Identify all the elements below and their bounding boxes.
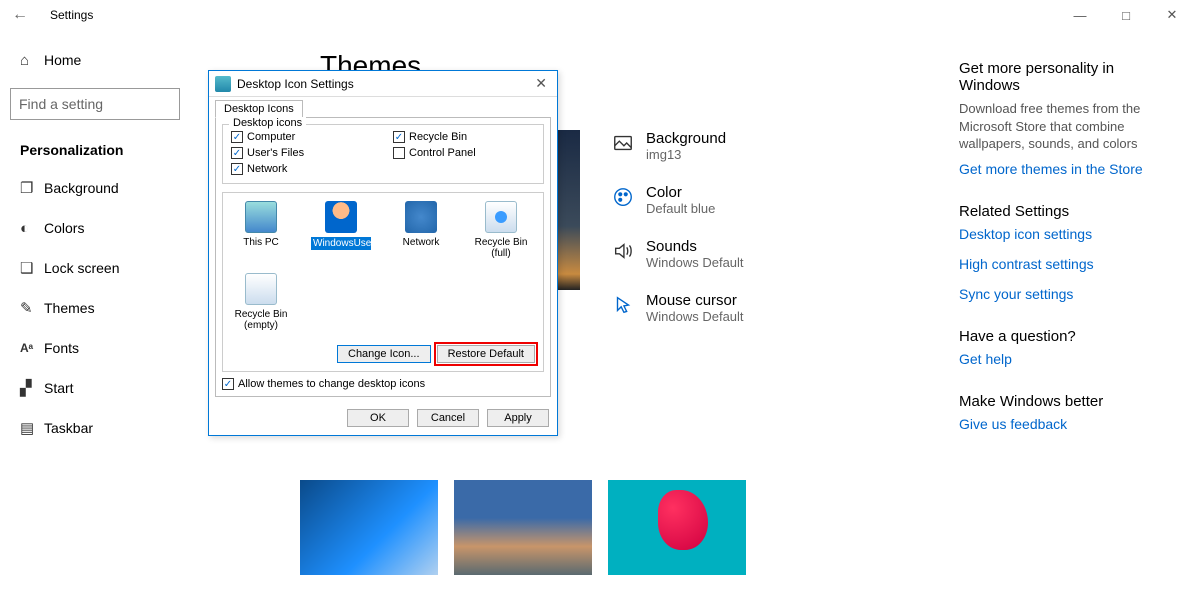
- icon-recycle-bin-empty[interactable]: Recycle Bin (empty): [231, 273, 291, 331]
- option-sounds[interactable]: Sounds Windows Default: [610, 238, 744, 270]
- link-sync-settings[interactable]: Sync your settings: [959, 286, 1159, 302]
- option-label: Background: [646, 130, 726, 147]
- sidebar-home-label: Home: [44, 52, 81, 68]
- desktop-icon-settings-dialog: Desktop Icon Settings ✕ Desktop Icons De…: [208, 70, 558, 436]
- dialog-titlebar[interactable]: Desktop Icon Settings ✕: [209, 71, 557, 97]
- right-heading: Make Windows better: [959, 393, 1159, 410]
- sidebar-item-label: Colors: [44, 220, 84, 236]
- icon-this-pc[interactable]: This PC: [231, 201, 291, 259]
- close-button[interactable]: ✕: [1149, 0, 1195, 30]
- sidebar-item-label: Themes: [44, 300, 95, 316]
- dialog-close-button[interactable]: ✕: [531, 75, 551, 92]
- home-icon: ⌂: [20, 52, 44, 69]
- check-recycle-bin[interactable]: ✓Recycle Bin: [393, 131, 535, 143]
- check-network[interactable]: ✓Network: [231, 163, 373, 175]
- restore-default-button[interactable]: Restore Default: [437, 345, 535, 363]
- link-desktop-icon-settings[interactable]: Desktop icon settings: [959, 226, 1159, 242]
- back-button[interactable]: ←: [0, 6, 40, 24]
- search-placeholder: Find a setting: [19, 96, 171, 112]
- right-heading: Get more personality in Windows: [959, 60, 1159, 94]
- option-value: Windows Default: [646, 309, 744, 324]
- option-value: Default blue: [646, 201, 715, 216]
- theme-options: Background img13 Color Default blue Soun…: [610, 130, 744, 346]
- option-value: img13: [646, 147, 726, 162]
- minimize-button[interactable]: —: [1057, 0, 1103, 30]
- fieldset-legend: Desktop icons: [229, 117, 306, 129]
- change-icon-button[interactable]: Change Icon...: [337, 345, 431, 363]
- option-mouse[interactable]: Mouse cursor Windows Default: [610, 292, 744, 324]
- link-store-themes[interactable]: Get more themes in the Store: [959, 161, 1159, 177]
- picture-icon: ❐: [20, 179, 44, 197]
- icon-network[interactable]: Network: [391, 201, 451, 259]
- lock-icon: ❑: [20, 259, 44, 277]
- window-controls: — □ ✕: [1057, 0, 1195, 30]
- right-text: Download free themes from the Microsoft …: [959, 100, 1159, 153]
- window-title: Settings: [50, 8, 93, 22]
- sidebar-item-label: Start: [44, 380, 74, 396]
- dialog-tabs: Desktop Icons: [209, 97, 557, 117]
- right-heading: Have a question?: [959, 328, 1159, 345]
- sidebar-item-label: Taskbar: [44, 420, 93, 436]
- cancel-button[interactable]: Cancel: [417, 409, 479, 427]
- start-icon: ▞: [20, 379, 44, 397]
- icon-recycle-bin-full[interactable]: Recycle Bin (full): [471, 201, 531, 259]
- icon-preview-box: This PC WindowsUser Network Recycle Bin …: [222, 192, 544, 372]
- fonts-icon: Aᵃ: [20, 341, 44, 355]
- maximize-button[interactable]: □: [1103, 0, 1149, 30]
- theme-thumbnail[interactable]: [454, 480, 592, 575]
- desktop-icons-fieldset: Desktop icons ✓Computer ✓Recycle Bin ✓Us…: [222, 124, 544, 184]
- palette-icon: ◐: [20, 220, 44, 237]
- cursor-icon: [610, 292, 636, 318]
- theme-thumbnails: [300, 480, 746, 575]
- taskbar-icon: ▤: [20, 419, 44, 437]
- option-background[interactable]: Background img13: [610, 130, 744, 162]
- check-computer[interactable]: ✓Computer: [231, 131, 373, 143]
- check-allow-themes[interactable]: ✓ Allow themes to change desktop icons: [222, 378, 544, 390]
- option-label: Color: [646, 184, 715, 201]
- icon-windows-user[interactable]: WindowsUser: [311, 201, 371, 259]
- dialog-body: Desktop icons ✓Computer ✓Recycle Bin ✓Us…: [215, 117, 551, 397]
- dialog-title: Desktop Icon Settings: [237, 77, 354, 91]
- link-feedback[interactable]: Give us feedback: [959, 416, 1159, 432]
- sidebar-item-label: Fonts: [44, 340, 79, 356]
- dialog-icon: [215, 76, 231, 92]
- theme-thumbnail[interactable]: [608, 480, 746, 575]
- sidebar-item-label: Lock screen: [44, 260, 119, 276]
- option-label: Sounds: [646, 238, 744, 255]
- check-control-panel[interactable]: Control Panel: [393, 147, 535, 159]
- sound-icon: [610, 238, 636, 264]
- apply-button[interactable]: Apply: [487, 409, 549, 427]
- dialog-footer: OK Cancel Apply: [209, 403, 557, 435]
- right-heading: Related Settings: [959, 203, 1159, 220]
- themes-icon: ✎: [20, 299, 44, 317]
- color-icon: [610, 184, 636, 210]
- option-color[interactable]: Color Default blue: [610, 184, 744, 216]
- ok-button[interactable]: OK: [347, 409, 409, 427]
- check-users-files[interactable]: ✓User's Files: [231, 147, 373, 159]
- right-column: Get more personality in Windows Download…: [959, 60, 1159, 446]
- option-value: Windows Default: [646, 255, 744, 270]
- link-get-help[interactable]: Get help: [959, 351, 1159, 367]
- picture-icon: [610, 130, 636, 156]
- sidebar-item-label: Background: [44, 180, 119, 196]
- search-input[interactable]: Find a setting: [10, 88, 180, 120]
- theme-thumbnail[interactable]: [300, 480, 438, 575]
- option-label: Mouse cursor: [646, 292, 744, 309]
- titlebar: ← Settings: [0, 0, 1195, 30]
- link-high-contrast[interactable]: High contrast settings: [959, 256, 1159, 272]
- tab-desktop-icons[interactable]: Desktop Icons: [215, 100, 303, 118]
